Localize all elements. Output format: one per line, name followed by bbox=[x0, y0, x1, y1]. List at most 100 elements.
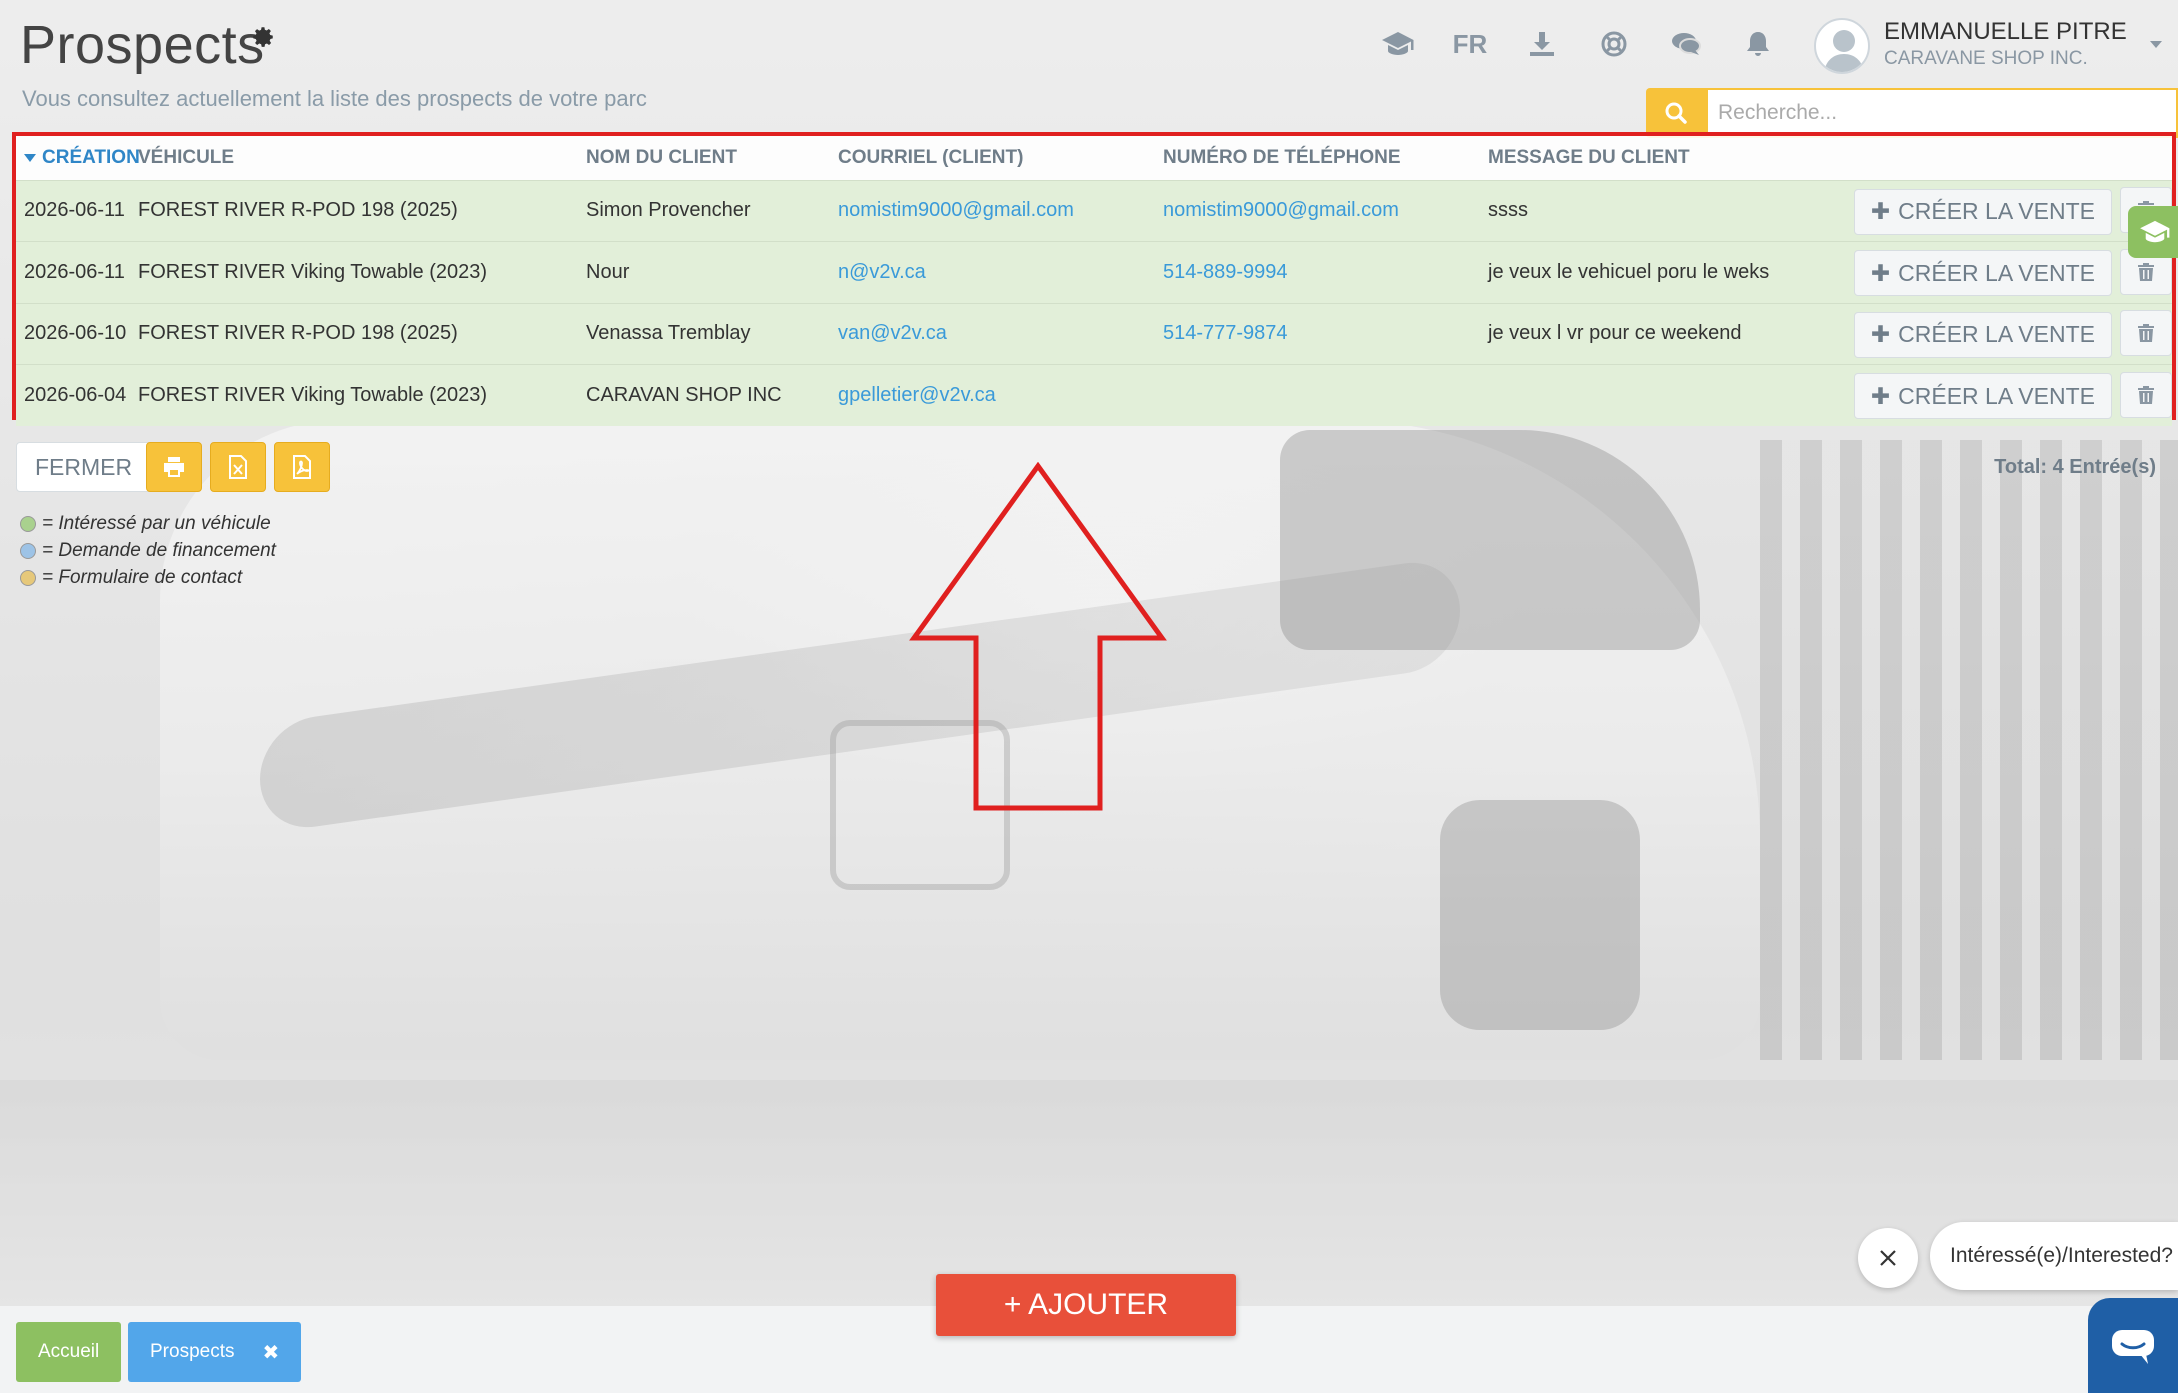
annotation-arrow-up bbox=[909, 462, 1167, 811]
cell-message: je veux l vr pour ce weekend bbox=[1480, 302, 1835, 365]
close-icon[interactable]: ✖ bbox=[262, 1340, 279, 1365]
cell-vehicle: FOREST RIVER Viking Towable (2023) bbox=[130, 364, 578, 426]
table-row[interactable]: 2026-06-10 FOREST RIVER R-POD 198 (2025)… bbox=[16, 302, 2172, 365]
top-toolbar: FR bbox=[1362, 22, 1794, 66]
graduation-cap-icon[interactable] bbox=[1362, 22, 1434, 66]
plus-icon: ✚ bbox=[1870, 321, 1891, 347]
page-title: Prospects bbox=[20, 15, 265, 75]
legend-dot-blue bbox=[20, 542, 36, 559]
prospects-table: CRÉATION VÉHICULE NOM DU CLIENT COURRIEL… bbox=[12, 132, 2176, 426]
table-row[interactable]: 2026-06-11 FOREST RIVER Viking Towable (… bbox=[16, 241, 2172, 303]
cell-vehicle: FOREST RIVER Viking Towable (2023) bbox=[130, 241, 578, 303]
file-pdf-icon bbox=[293, 455, 311, 479]
tab-accueil[interactable]: Accueil bbox=[16, 1322, 122, 1382]
add-button[interactable]: + AJOUTER bbox=[936, 1274, 1236, 1336]
trash-icon bbox=[2138, 324, 2154, 342]
gear-icon[interactable] bbox=[250, 24, 276, 50]
support-lifebuoy-icon[interactable] bbox=[1578, 22, 1650, 66]
cell-date: 2026-06-10 bbox=[16, 302, 130, 365]
table-row[interactable]: 2026-06-11 FOREST RIVER R-POD 198 (2025)… bbox=[16, 179, 2172, 242]
user-organization: CARAVANE SHOP INC. bbox=[1884, 48, 2088, 69]
phone-link[interactable]: 514-777-9874 bbox=[1163, 322, 1288, 344]
plus-icon: ✚ bbox=[1870, 259, 1891, 286]
close-icon bbox=[1880, 1250, 1896, 1266]
download-icon[interactable] bbox=[1506, 22, 1578, 66]
cell-phone bbox=[1155, 364, 1480, 426]
email-link[interactable]: n@v2v.ca bbox=[838, 261, 926, 283]
email-link[interactable]: van@v2v.ca bbox=[838, 322, 947, 344]
create-sale-button[interactable]: ✚ CRÉER LA VENTE bbox=[1853, 311, 2112, 358]
chat-dismiss-button[interactable] bbox=[1858, 1228, 1918, 1288]
export-pdf-button[interactable] bbox=[274, 442, 330, 492]
email-link[interactable]: nomistim9000@gmail.com bbox=[838, 199, 1074, 221]
cell-email: gpelletier@v2v.ca bbox=[830, 364, 1155, 426]
cell-vehicle: FOREST RIVER R-POD 198 (2025) bbox=[130, 302, 578, 365]
cell-actions: ✚ CRÉER LA VENTE bbox=[1835, 302, 2172, 365]
legend-dot-yellow bbox=[20, 569, 36, 586]
cell-client: CARAVAN SHOP INC bbox=[578, 364, 830, 426]
create-sale-button[interactable]: ✚ CRÉER LA VENTE bbox=[1853, 250, 2112, 296]
cell-email: van@v2v.ca bbox=[830, 302, 1155, 365]
cell-actions: ✚ CRÉER LA VENTE bbox=[1835, 241, 2172, 303]
column-header-vehicle[interactable]: VÉHICULE bbox=[130, 136, 578, 180]
plus-icon: ✚ bbox=[1870, 198, 1891, 224]
cell-date: 2026-06-11 bbox=[16, 241, 130, 303]
export-excel-button[interactable] bbox=[210, 442, 266, 492]
cell-phone: 514-777-9874 bbox=[1155, 302, 1480, 365]
avatar bbox=[1814, 18, 1870, 74]
total-entries: Total: 4 Entrée(s) bbox=[1994, 456, 2156, 478]
create-sale-button[interactable]: ✚ CRÉER LA VENTE bbox=[1853, 373, 2112, 420]
chat-prompt-bubble[interactable]: Intéressé(e)/Interested? bbox=[1930, 1222, 2178, 1290]
legend-item: = Demande de financement bbox=[20, 537, 276, 564]
search-input[interactable] bbox=[1706, 88, 2178, 138]
chevron-down-icon[interactable] bbox=[2148, 36, 2164, 52]
user-menu[interactable]: EMMANUELLE PITRE CARAVANE SHOP INC. bbox=[1814, 16, 2164, 76]
delete-button[interactable] bbox=[2120, 310, 2172, 356]
table-header-row: CRÉATION VÉHICULE NOM DU CLIENT COURRIEL… bbox=[16, 136, 2172, 180]
column-header-email[interactable]: COURRIEL (CLIENT) bbox=[830, 136, 1155, 180]
tutorial-side-tab[interactable] bbox=[2128, 206, 2178, 258]
cell-email: nomistim9000@gmail.com bbox=[830, 179, 1155, 242]
chat-icon[interactable] bbox=[1650, 22, 1722, 66]
sort-desc-icon bbox=[24, 153, 36, 162]
trash-icon bbox=[2138, 262, 2154, 281]
user-name: EMMANUELLE PITRE bbox=[1884, 18, 2127, 45]
cell-client: Nour bbox=[578, 241, 830, 303]
cell-client: Venassa Tremblay bbox=[578, 302, 830, 365]
close-button[interactable]: FERMER bbox=[16, 442, 152, 492]
plus-icon: ✚ bbox=[1870, 382, 1891, 409]
file-excel-icon bbox=[229, 455, 247, 479]
create-sale-button[interactable]: ✚ CRÉER LA VENTE bbox=[1853, 188, 2112, 235]
language-toggle[interactable]: FR bbox=[1434, 22, 1506, 66]
legend-item: = Intéressé par un véhicule bbox=[20, 510, 276, 537]
legend: = Intéressé par un véhicule = Demande de… bbox=[20, 510, 276, 591]
cell-phone: 514-889-9994 bbox=[1155, 241, 1480, 303]
cell-date: 2026-06-11 bbox=[16, 179, 130, 242]
chat-launcher-button[interactable] bbox=[2088, 1298, 2178, 1393]
page-subtitle: Vous consultez actuellement la liste des… bbox=[22, 86, 647, 111]
print-button[interactable] bbox=[146, 442, 202, 492]
tab-prospects[interactable]: Prospects ✖ bbox=[128, 1322, 302, 1382]
bell-icon[interactable] bbox=[1722, 22, 1794, 66]
cell-message: je veux le vehicuel poru le weks bbox=[1480, 241, 1835, 303]
delete-button[interactable] bbox=[2120, 371, 2172, 418]
cell-phone: nomistim9000@gmail.com bbox=[1155, 179, 1480, 242]
phone-link[interactable]: nomistim9000@gmail.com bbox=[1163, 199, 1399, 221]
cell-vehicle: FOREST RIVER R-POD 198 (2025) bbox=[130, 179, 578, 242]
column-header-client-name[interactable]: NOM DU CLIENT bbox=[578, 136, 830, 180]
column-header-phone[interactable]: NUMÉRO DE TÉLÉPHONE bbox=[1155, 136, 1480, 180]
chat-bubble-icon bbox=[2112, 1329, 2154, 1364]
table-row[interactable]: 2026-06-04 FOREST RIVER Viking Towable (… bbox=[16, 364, 2172, 426]
graduation-cap-icon bbox=[2140, 220, 2170, 243]
email-link[interactable]: gpelletier@v2v.ca bbox=[838, 384, 996, 406]
phone-link[interactable]: 514-889-9994 bbox=[1163, 261, 1288, 283]
cell-actions: ✚ CRÉER LA VENTE bbox=[1835, 179, 2172, 242]
cell-message: ssss bbox=[1480, 179, 1835, 242]
column-header-message[interactable]: MESSAGE DU CLIENT bbox=[1480, 136, 1835, 180]
trash-icon bbox=[2138, 385, 2154, 404]
print-icon bbox=[164, 457, 184, 477]
column-header-creation[interactable]: CRÉATION bbox=[16, 136, 140, 180]
cell-date: 2026-06-04 bbox=[16, 364, 130, 426]
search-icon bbox=[1665, 102, 1687, 124]
search-button[interactable] bbox=[1646, 88, 1706, 138]
